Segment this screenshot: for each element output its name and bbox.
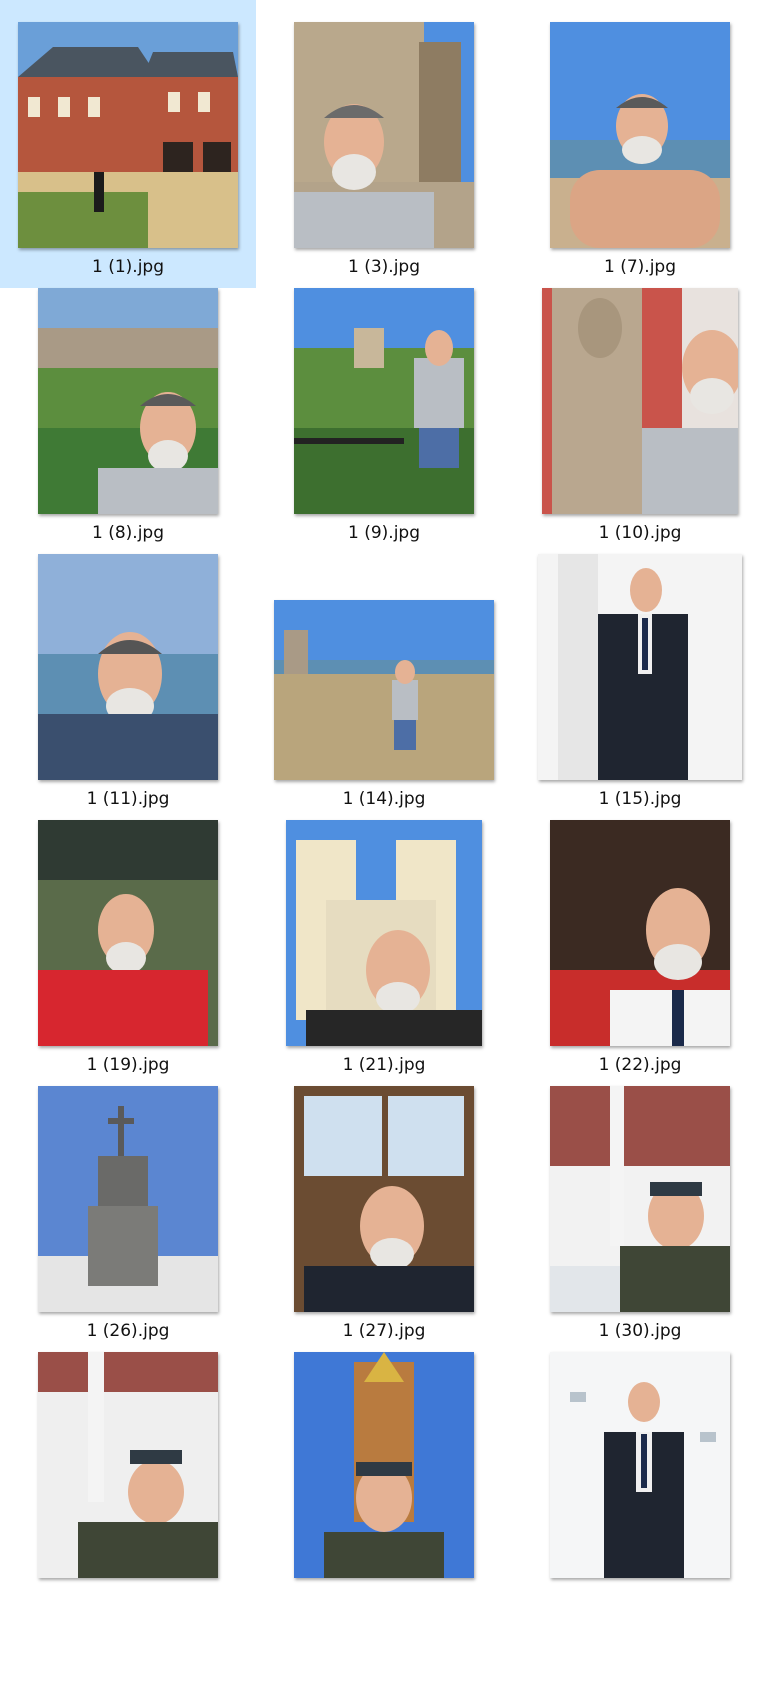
thumbnail-image[interactable] [274, 600, 494, 780]
file-item[interactable]: 1 (3).jpg [256, 0, 512, 288]
file-item[interactable]: 1 (19).jpg [0, 798, 256, 1086]
file-item[interactable] [0, 1330, 256, 1618]
file-item[interactable] [512, 1330, 768, 1618]
thumbnail-image[interactable] [294, 288, 474, 514]
file-item[interactable]: 1 (11).jpg [0, 532, 256, 820]
file-item[interactable] [256, 1330, 512, 1618]
thumbnail-image[interactable] [542, 288, 738, 514]
thumbnail-image[interactable] [550, 1086, 730, 1312]
thumbnail-image[interactable] [294, 22, 474, 248]
thumbnail-image[interactable] [550, 820, 730, 1046]
file-item[interactable]: 1 (27).jpg [256, 1064, 512, 1352]
thumbnail-grid: 1 (1).jpg 1 (3).jpg 1 (7).jpg 1 (8).jpg … [0, 0, 771, 1705]
file-item[interactable]: 1 (15).jpg [512, 532, 768, 820]
thumbnail-image[interactable] [38, 1352, 218, 1578]
file-item[interactable]: 1 (8).jpg [0, 266, 256, 554]
file-item[interactable]: 1 (26).jpg [0, 1064, 256, 1352]
file-item[interactable]: 1 (30).jpg [512, 1064, 768, 1352]
file-item[interactable]: 1 (21).jpg [256, 798, 512, 1086]
thumbnail-image[interactable] [294, 1086, 474, 1312]
thumbnail-image[interactable] [286, 820, 482, 1046]
thumbnail-image[interactable] [18, 22, 238, 248]
thumbnail-image[interactable] [294, 1352, 474, 1578]
thumbnail-image[interactable] [38, 820, 218, 1046]
file-item[interactable]: 1 (10).jpg [512, 266, 768, 554]
file-item[interactable]: 1 (22).jpg [512, 798, 768, 1086]
file-item[interactable]: 1 (14).jpg [256, 532, 512, 820]
thumbnail-image[interactable] [538, 554, 742, 780]
file-item[interactable]: 1 (1).jpg [0, 0, 256, 288]
file-item[interactable]: 1 (9).jpg [256, 266, 512, 554]
thumbnail-image[interactable] [550, 1352, 730, 1578]
file-item[interactable]: 1 (7).jpg [512, 0, 768, 288]
thumbnail-image[interactable] [38, 1086, 218, 1312]
thumbnail-image[interactable] [38, 554, 218, 780]
thumbnail-image[interactable] [38, 288, 218, 514]
thumbnail-image[interactable] [550, 22, 730, 248]
